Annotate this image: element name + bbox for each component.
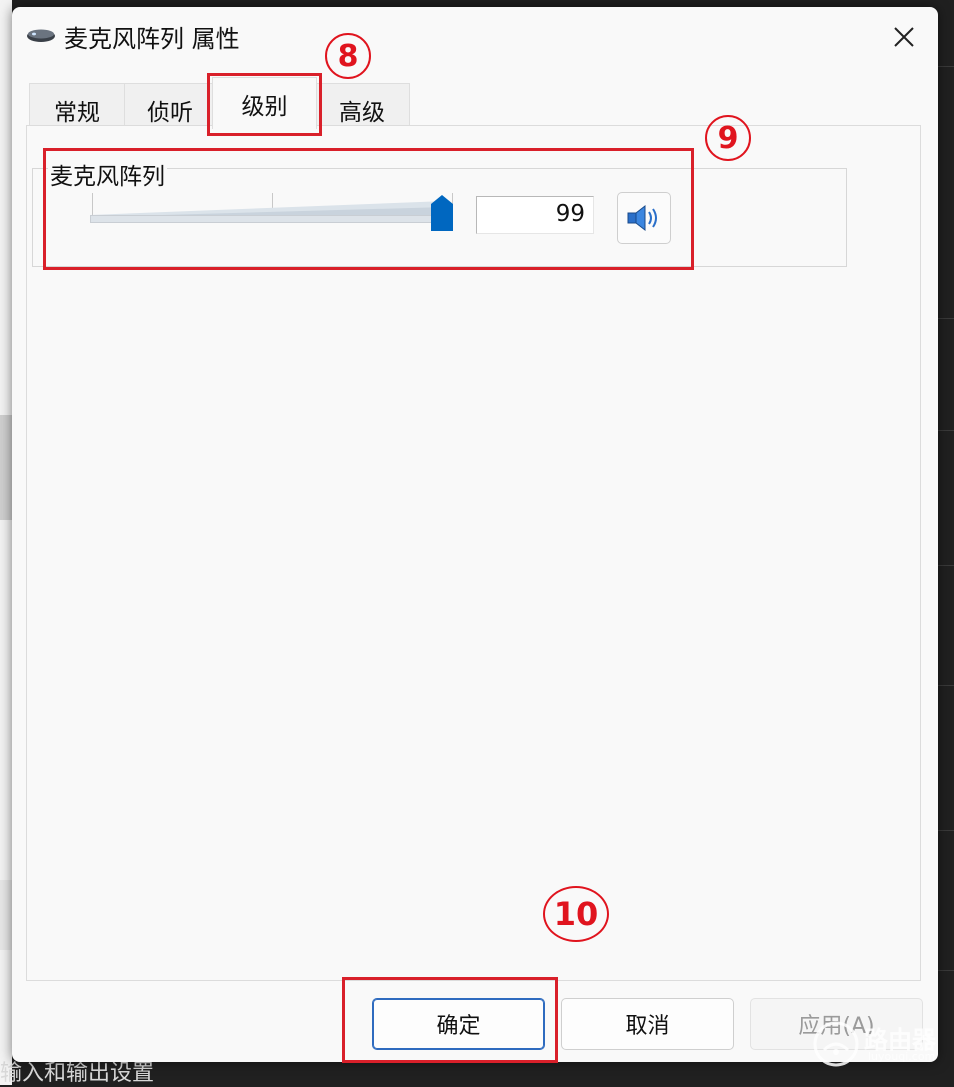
slider-thumb[interactable] [431, 195, 454, 231]
tab-label: 级别 [241, 94, 288, 120]
tab-label: 侦听 [147, 100, 193, 126]
divider [938, 430, 954, 431]
level-slider[interactable] [90, 193, 462, 231]
background-window-right [938, 0, 954, 1085]
title-bar[interactable]: 麦克风阵列 属性 [12, 7, 938, 63]
divider [938, 685, 954, 686]
close-button[interactable] [880, 17, 928, 57]
slider-track [90, 215, 446, 223]
annotation-step-10: 10 [543, 886, 609, 942]
tab-label: 高级 [339, 100, 385, 126]
tab-label: 常规 [54, 100, 100, 126]
background-panel-strip [0, 880, 12, 950]
speaker-icon [627, 204, 657, 232]
divider [938, 66, 954, 67]
watermark: 路由器 luyouqi.com [812, 1020, 942, 1068]
tab-listen[interactable]: 侦听 [124, 83, 216, 127]
background-panel-strip [0, 415, 12, 520]
dialog-title: 麦克风阵列 属性 [64, 25, 240, 53]
level-value-field[interactable]: 99 [476, 196, 594, 234]
group-label: 麦克风阵列 [48, 157, 167, 191]
divider [938, 830, 954, 831]
cancel-button[interactable]: 取消 [561, 998, 734, 1050]
annotation-step-8: 8 [325, 33, 371, 79]
divider [938, 565, 954, 566]
tab-general[interactable]: 常规 [29, 83, 125, 127]
router-logo-icon [813, 1021, 859, 1067]
close-icon [894, 27, 914, 47]
watermark-url: luyouqi.com [868, 1050, 936, 1063]
divider [938, 970, 954, 971]
background-window [0, 0, 12, 1085]
mute-button[interactable] [617, 192, 671, 244]
tab-levels[interactable]: 级别 [212, 77, 317, 129]
microphone-array-icon [27, 29, 55, 42]
ok-button[interactable]: 确定 [372, 998, 545, 1050]
properties-dialog: 麦克风阵列 属性 常规 侦听 级别 高级 麦克风阵列 99 确定 取消 应用(A… [12, 7, 938, 1062]
annotation-step-9: 9 [705, 115, 751, 161]
tab-advanced[interactable]: 高级 [314, 83, 410, 127]
divider [938, 318, 954, 319]
